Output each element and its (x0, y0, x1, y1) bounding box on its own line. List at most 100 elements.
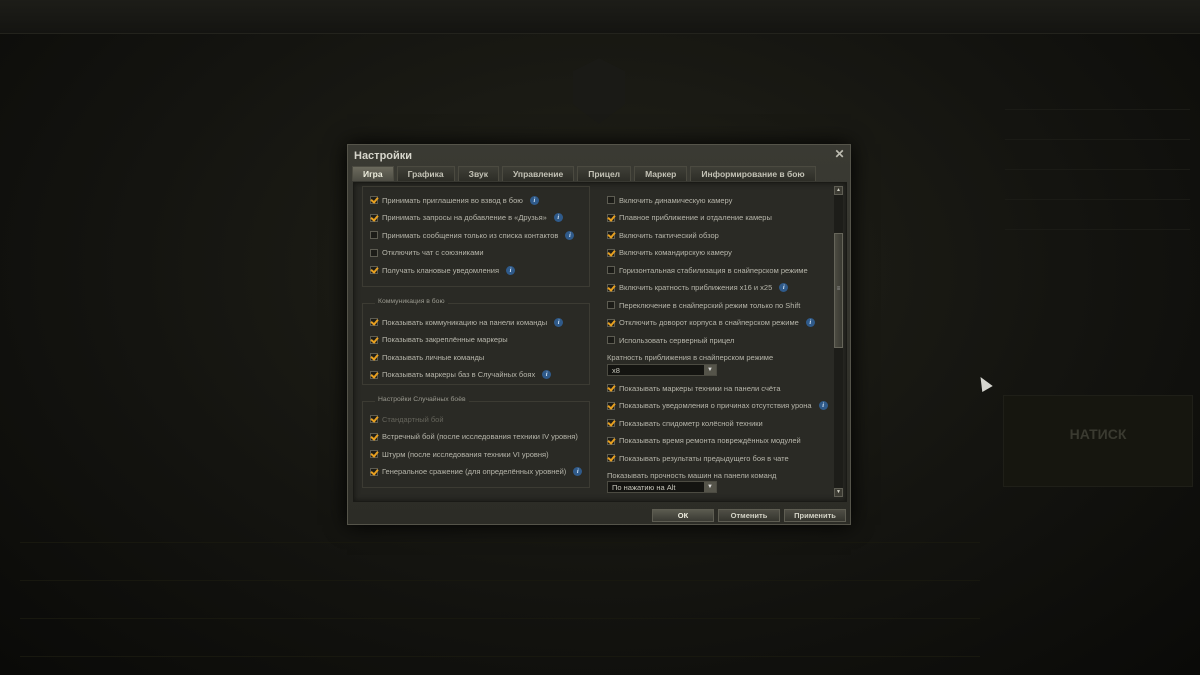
option-row[interactable]: Встречный бой (после исследования техник… (370, 430, 578, 444)
tab-5[interactable]: Маркер (634, 166, 688, 181)
option-label: Отключить доворот корпуса в снайперском … (619, 318, 799, 327)
info-icon[interactable]: i (553, 213, 563, 222)
tab-0[interactable]: Игра (352, 166, 394, 181)
checkbox[interactable] (607, 283, 615, 292)
option-row[interactable]: Использовать серверный прицел (607, 333, 734, 347)
hp-display-select[interactable]: По нажатию на Alt ▼ (607, 481, 717, 493)
option-row[interactable]: Показывать маркеры баз в Случайных боях i (370, 368, 552, 382)
option-row[interactable]: Переключение в снайперский режим только … (607, 298, 800, 312)
checkbox[interactable] (607, 213, 615, 222)
option-row[interactable]: Показывать маркеры техники на панели счё… (607, 381, 781, 395)
option-row[interactable]: Горизонтальная стабилизация в снайперско… (607, 263, 808, 277)
checkbox[interactable] (607, 419, 615, 427)
option-row[interactable]: Показывать личные команды (370, 350, 484, 364)
apply-button[interactable]: Применить (784, 509, 846, 522)
option-row[interactable]: Показывать уведомления о причинах отсутс… (607, 399, 828, 413)
option-row[interactable]: Получать клановые уведомления i (370, 263, 516, 277)
scroll-up-icon[interactable]: ▲ (834, 186, 843, 195)
option-row[interactable]: Штурм (после исследования техники VI уро… (370, 447, 549, 461)
option-row[interactable]: Отключить чат с союзниками (370, 246, 484, 260)
option-row[interactable]: Генеральное сражение (для определённых у… (370, 465, 583, 479)
close-icon[interactable]: ✕ (833, 148, 846, 161)
option-label: Показывать маркеры баз в Случайных боях (382, 370, 536, 379)
option-row[interactable]: Отключить доворот корпуса в снайперском … (607, 316, 815, 330)
checkbox[interactable] (607, 436, 615, 445)
group-title: Коммуникация в бою (375, 298, 448, 305)
option-label: Включить тактический обзор (619, 230, 719, 240)
tab-6[interactable]: Информирование в бою (690, 166, 816, 181)
option-row[interactable]: Принимать сообщения только из списка кон… (370, 228, 575, 242)
scroll-thumb[interactable]: ≡ (834, 233, 843, 348)
checkbox[interactable] (607, 318, 615, 327)
checkbox[interactable] (607, 248, 615, 257)
ok-button[interactable]: ОК (652, 509, 714, 522)
hangar-side-panel (1005, 80, 1190, 230)
hp-display-select-value: По нажатию на Alt (612, 483, 676, 492)
checkbox[interactable] (370, 353, 378, 361)
checkbox[interactable] (607, 196, 615, 204)
option-label: Показывать спидометр колёсной техники (619, 418, 763, 428)
option-label: Показывать уведомления о причинах отсутс… (619, 401, 812, 410)
option-row[interactable]: Принимать приглашения во взвод в бою i (370, 193, 539, 207)
hp-display-label: Показывать прочность машин на панели ком… (607, 471, 777, 480)
option-row[interactable]: Плавное приближение и отдаление камеры (607, 211, 772, 225)
option-row[interactable]: Показывать коммуникацию на панели команд… (370, 315, 564, 329)
info-icon[interactable]: i (554, 317, 564, 327)
option-label: Использовать серверный прицел (619, 335, 735, 345)
info-icon[interactable]: i (573, 467, 583, 476)
checkbox[interactable] (370, 231, 378, 239)
option-row[interactable]: Показывать спидометр колёсной техники (607, 416, 763, 430)
checkbox[interactable] (607, 401, 615, 410)
info-icon[interactable]: i (818, 401, 828, 410)
info-icon[interactable]: i (779, 283, 789, 292)
checkbox[interactable] (607, 231, 615, 239)
option-label: Включить командирскую камеру (619, 248, 732, 257)
tab-4[interactable]: Прицел (577, 166, 632, 181)
checkbox[interactable] (607, 301, 615, 309)
checkbox[interactable] (370, 432, 378, 441)
scroll-track[interactable]: ≡ (834, 195, 843, 488)
checkbox[interactable] (370, 248, 378, 257)
zoom-label: Кратность приближения в снайперском режи… (607, 353, 774, 362)
checkbox[interactable] (370, 335, 378, 344)
info-icon[interactable]: i (805, 318, 815, 327)
tab-2[interactable]: Звук (457, 166, 499, 181)
checkbox[interactable] (370, 450, 378, 458)
checkbox[interactable] (607, 384, 615, 392)
checkbox[interactable] (370, 266, 378, 274)
info-icon[interactable]: i (542, 370, 552, 379)
battle-mode-title: НАТИСК (1069, 426, 1127, 442)
checkbox[interactable] (370, 213, 378, 222)
option-row[interactable]: Включить командирскую камеру (607, 246, 732, 260)
panel-scrollbar[interactable]: ▲ ≡ ▼ (834, 186, 843, 499)
option-label: Отключить чат с союзниками (382, 248, 484, 257)
checkbox[interactable] (370, 467, 378, 476)
cancel-button[interactable]: Отменить (718, 509, 780, 522)
tab-1[interactable]: Графика (396, 166, 455, 181)
option-row[interactable]: Включить динамическую камеру (607, 193, 732, 207)
checkbox[interactable] (607, 266, 615, 274)
info-icon[interactable]: i (529, 195, 539, 205)
option-row[interactable]: Показывать закреплённые маркеры (370, 333, 508, 347)
checkbox[interactable] (607, 454, 615, 462)
checkbox[interactable] (370, 318, 378, 326)
option-label: Принимать запросы на добавление в «Друзь… (382, 213, 547, 222)
checkbox[interactable] (607, 336, 615, 344)
option-row[interactable]: Показывать время ремонта повреждённых мо… (607, 434, 801, 448)
option-label: Плавное приближение и отдаление камеры (619, 213, 772, 222)
option-row[interactable]: Показывать результаты предыдущего боя в … (607, 451, 789, 465)
option-label: Генеральное сражение (для определённых у… (382, 467, 567, 476)
option-row[interactable]: Принимать запросы на добавление в «Друзь… (370, 211, 563, 225)
option-row[interactable]: Включить тактический обзор (607, 228, 719, 242)
info-icon[interactable]: i (565, 230, 575, 240)
checkbox[interactable] (370, 415, 378, 423)
info-icon[interactable]: i (506, 265, 516, 275)
option-row[interactable]: Стандартный бой (370, 412, 444, 426)
scroll-down-icon[interactable]: ▼ (834, 488, 843, 497)
checkbox[interactable] (370, 370, 378, 379)
tab-3[interactable]: Управление (501, 166, 575, 181)
checkbox[interactable] (370, 196, 378, 204)
zoom-select[interactable]: x8 ▼ (607, 364, 717, 376)
option-label: Переключение в снайперский режим только … (619, 300, 801, 310)
option-row[interactable]: Включить кратность приближения x16 и x25… (607, 281, 789, 295)
